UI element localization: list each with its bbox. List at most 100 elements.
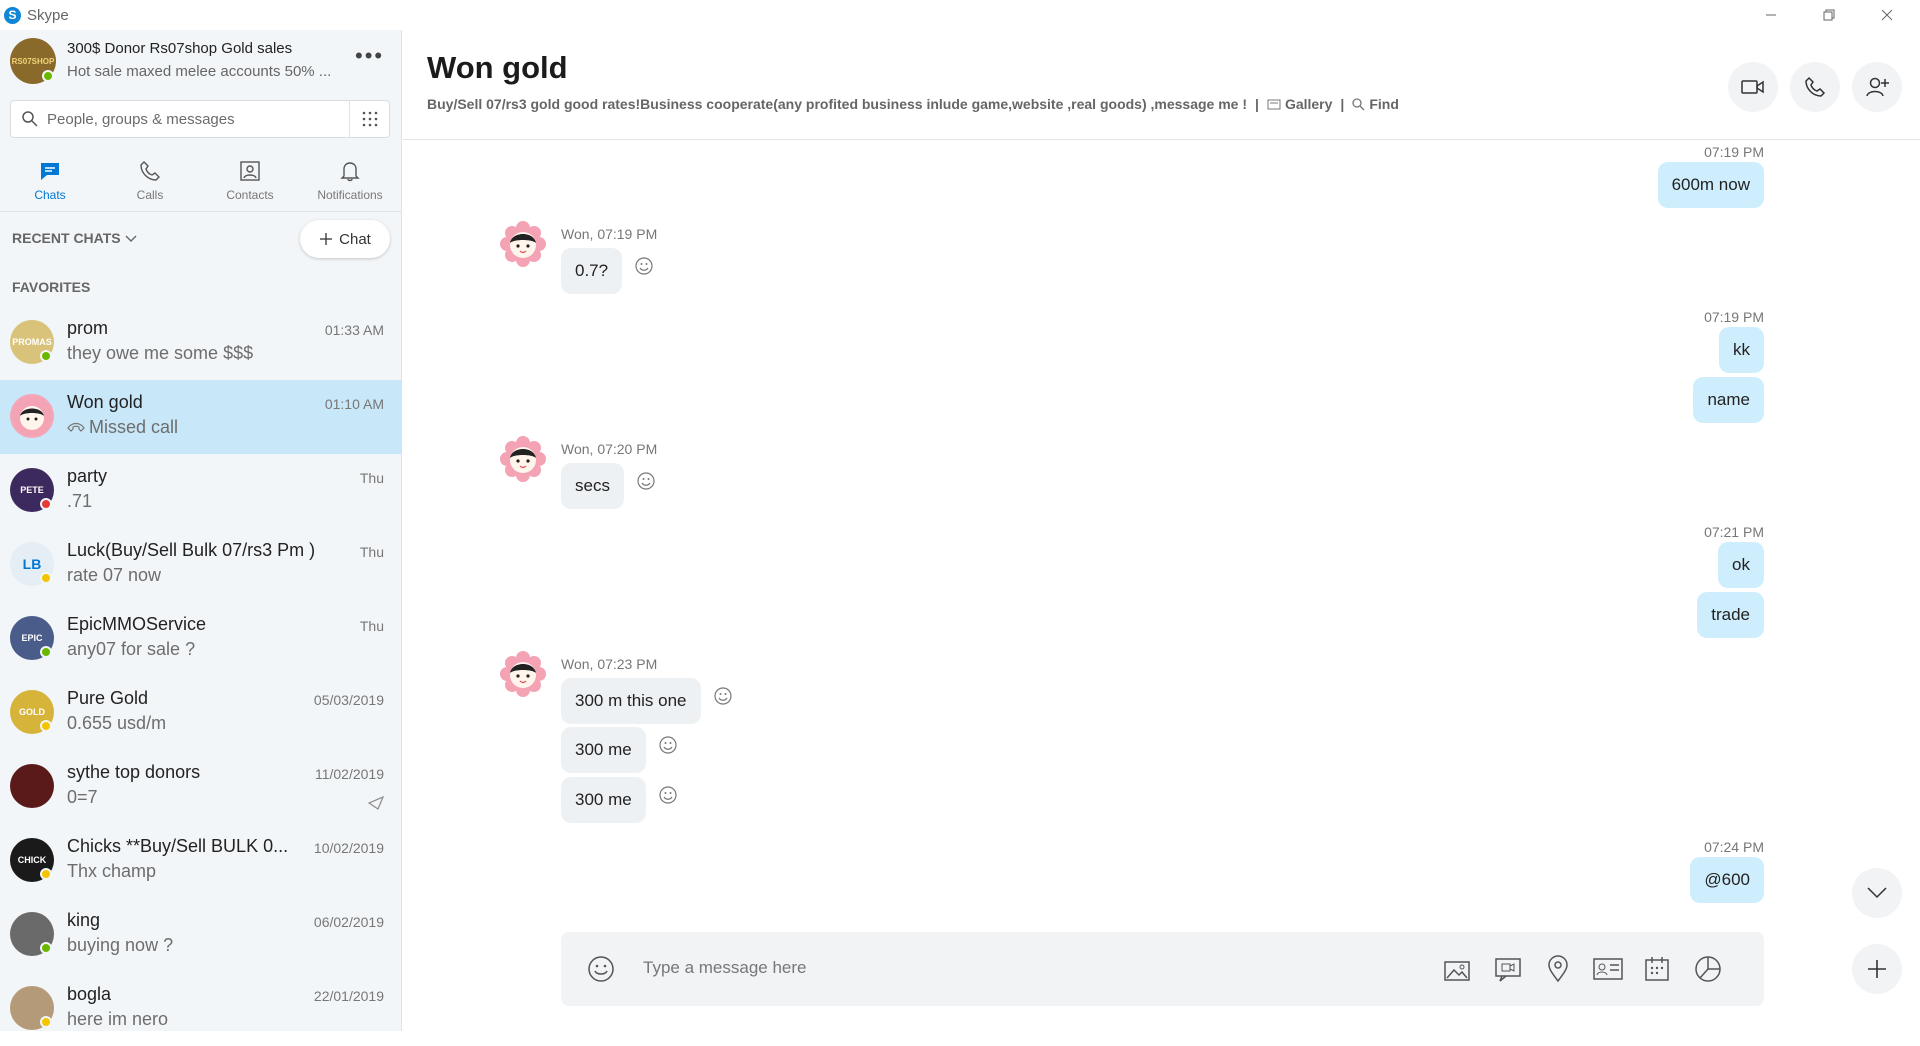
chat-list-item[interactable]: EPIC EpicMMOService any07 for sale ? Thu [0, 602, 402, 676]
sender-name-time: Won, 07:23 PM [561, 656, 658, 672]
profile-avatar-text: RS07SHOP [11, 56, 55, 66]
phone-icon [140, 161, 160, 181]
outgoing-message-bubble[interactable]: 600m now [1657, 162, 1764, 208]
search-icon [22, 111, 38, 127]
add-reaction-icon[interactable] [634, 256, 654, 276]
sender-name-time: Won, 07:19 PM [561, 226, 658, 242]
chat-name: Pure Gold [67, 688, 149, 708]
incoming-message-bubble[interactable]: 0.7? [561, 248, 623, 294]
share-location-button[interactable] [1541, 952, 1575, 986]
schedule-call-button[interactable] [1641, 952, 1675, 986]
chat-list-item[interactable]: PETE party .71 Thu [0, 454, 402, 528]
more-options-button[interactable]: ••• [355, 45, 385, 70]
outgoing-message-bubble[interactable]: ok [1718, 542, 1764, 588]
flower-avatar-icon [500, 651, 546, 697]
video-message-icon [1495, 958, 1521, 982]
chat-list-item[interactable]: LB Luck(Buy/Sell Bulk 07/rs3 Pm ) rate 07 … [0, 528, 402, 602]
phone-icon [1805, 76, 1826, 97]
add-participant-button[interactable] [1852, 62, 1902, 112]
incoming-message-bubble[interactable]: 300 m this one [561, 678, 701, 724]
tab-calls[interactable]: Calls [100, 150, 200, 212]
video-message-button[interactable] [1491, 952, 1525, 986]
recent-chats-dropdown[interactable]: RECENT CHATS [12, 230, 137, 246]
outgoing-message-bubble[interactable]: name [1693, 377, 1764, 423]
dialpad-button[interactable] [349, 101, 389, 137]
sender-avatar[interactable] [499, 220, 547, 268]
video-call-button[interactable] [1728, 62, 1778, 112]
tab-contacts[interactable]: Contacts [200, 150, 300, 212]
chat-time: 22/01/2019 [313, 988, 384, 1004]
plus-icon [1868, 960, 1886, 978]
incoming-message-bubble[interactable]: secs [561, 463, 624, 509]
chat-list-item[interactable]: bogla here im nero 22/01/2019 [0, 972, 402, 1046]
audio-call-button[interactable] [1790, 62, 1840, 112]
nav-tabs: Chats Calls Contacts Notifications [0, 150, 402, 212]
chat-list-item[interactable]: PROMAS prom they owe me some $$$ 01:33 AM [0, 306, 402, 380]
outgoing-message-bubble[interactable]: @600 [1690, 857, 1764, 903]
incoming-message-bubble[interactable]: 300 me [561, 777, 646, 823]
chat-preview: buying now ? [67, 935, 173, 956]
chat-time: 05/03/2019 [313, 692, 384, 708]
chat-avatar [10, 394, 54, 438]
plus-icon [320, 233, 333, 245]
recent-chats-label: RECENT CHATS [12, 230, 121, 246]
sender-avatar[interactable] [499, 650, 547, 698]
chat-preview: Missed call [67, 417, 178, 438]
message-input[interactable]: Type a message here [643, 958, 806, 978]
chat-list-item[interactable]: GOLD Pure Gold 0.655 usd/m 05/03/2019 [0, 676, 402, 750]
outgoing-message-bubble[interactable]: trade [1697, 592, 1764, 638]
more-actions-button[interactable] [1852, 944, 1902, 994]
message-timestamp: 07:19 PM [1704, 144, 1764, 160]
incoming-message-bubble[interactable]: 300 me [561, 727, 646, 773]
send-image-button[interactable] [1441, 952, 1475, 986]
video-camera-icon [1741, 80, 1764, 94]
add-reaction-icon[interactable] [636, 471, 656, 491]
outgoing-message-bubble[interactable]: kk [1719, 327, 1764, 373]
scroll-to-bottom-button[interactable] [1852, 868, 1902, 918]
close-button[interactable] [1864, 0, 1910, 30]
chat-icon [41, 163, 59, 180]
chat-time: 01:10 AM [324, 396, 384, 412]
gallery-link[interactable]: Gallery [1267, 96, 1332, 112]
chat-name: bogla [67, 984, 112, 1004]
chat-preview-text: 0=7 [67, 787, 98, 807]
find-link[interactable]: Find [1352, 96, 1399, 112]
dialpad-icon [362, 111, 377, 127]
create-poll-button[interactable] [1691, 952, 1725, 986]
chat-preview-text: .71 [67, 491, 93, 511]
chat-preview: 0.655 usd/m [67, 713, 166, 734]
chat-preview-text: any07 for sale ? [67, 639, 196, 659]
chat-avatar-text: LB [22, 556, 42, 572]
send-contact-button[interactable] [1591, 952, 1625, 986]
conversation-title[interactable]: Won gold [427, 50, 568, 86]
tab-chats[interactable]: Chats [0, 150, 100, 212]
restore-button[interactable] [1806, 0, 1852, 30]
tab-notifications[interactable]: Notifications [300, 150, 400, 212]
tab-notifications-label: Notifications [317, 188, 383, 202]
new-chat-button[interactable]: Chat [300, 220, 390, 258]
sent-icon [367, 795, 385, 815]
search-input[interactable]: People, groups & messages [47, 111, 235, 128]
chat-list-item[interactable]: Won gold Missed call 01:10 AM [0, 380, 402, 454]
chat-name: sythe top donors [67, 762, 201, 782]
chat-preview-text: here im nero [67, 1009, 169, 1029]
presence-status-icon [40, 1016, 52, 1028]
add-reaction-icon[interactable] [658, 785, 678, 805]
schedule-call-icon [1645, 957, 1669, 981]
chat-preview-text: they owe me some $$$ [67, 343, 254, 363]
add-reaction-icon[interactable] [658, 735, 678, 755]
chat-avatar-text: CHICK [17, 855, 47, 865]
chat-preview: Thx champ [67, 861, 156, 882]
chat-list-item[interactable]: CHICK Chicks **Buy/Sell BULK 0... Thx cham… [0, 824, 402, 898]
sender-avatar[interactable] [499, 435, 547, 483]
emoji-icon[interactable] [587, 955, 615, 983]
add-reaction-icon[interactable] [713, 686, 733, 706]
title-bar: S Skype [0, 0, 1920, 30]
minimize-button[interactable] [1748, 0, 1794, 30]
presence-status-icon [40, 572, 52, 584]
profile-header[interactable]: RS07SHOP 300$ Donor Rs07shop Gold sales … [0, 30, 402, 92]
search-box[interactable]: People, groups & messages [10, 100, 390, 138]
message-timestamp: 07:24 PM [1704, 839, 1764, 855]
chat-list-item[interactable]: king buying now ? 06/02/2019 [0, 898, 402, 972]
chat-list-item[interactable]: sythe top donors 0=7 11/02/2019 [0, 750, 402, 824]
